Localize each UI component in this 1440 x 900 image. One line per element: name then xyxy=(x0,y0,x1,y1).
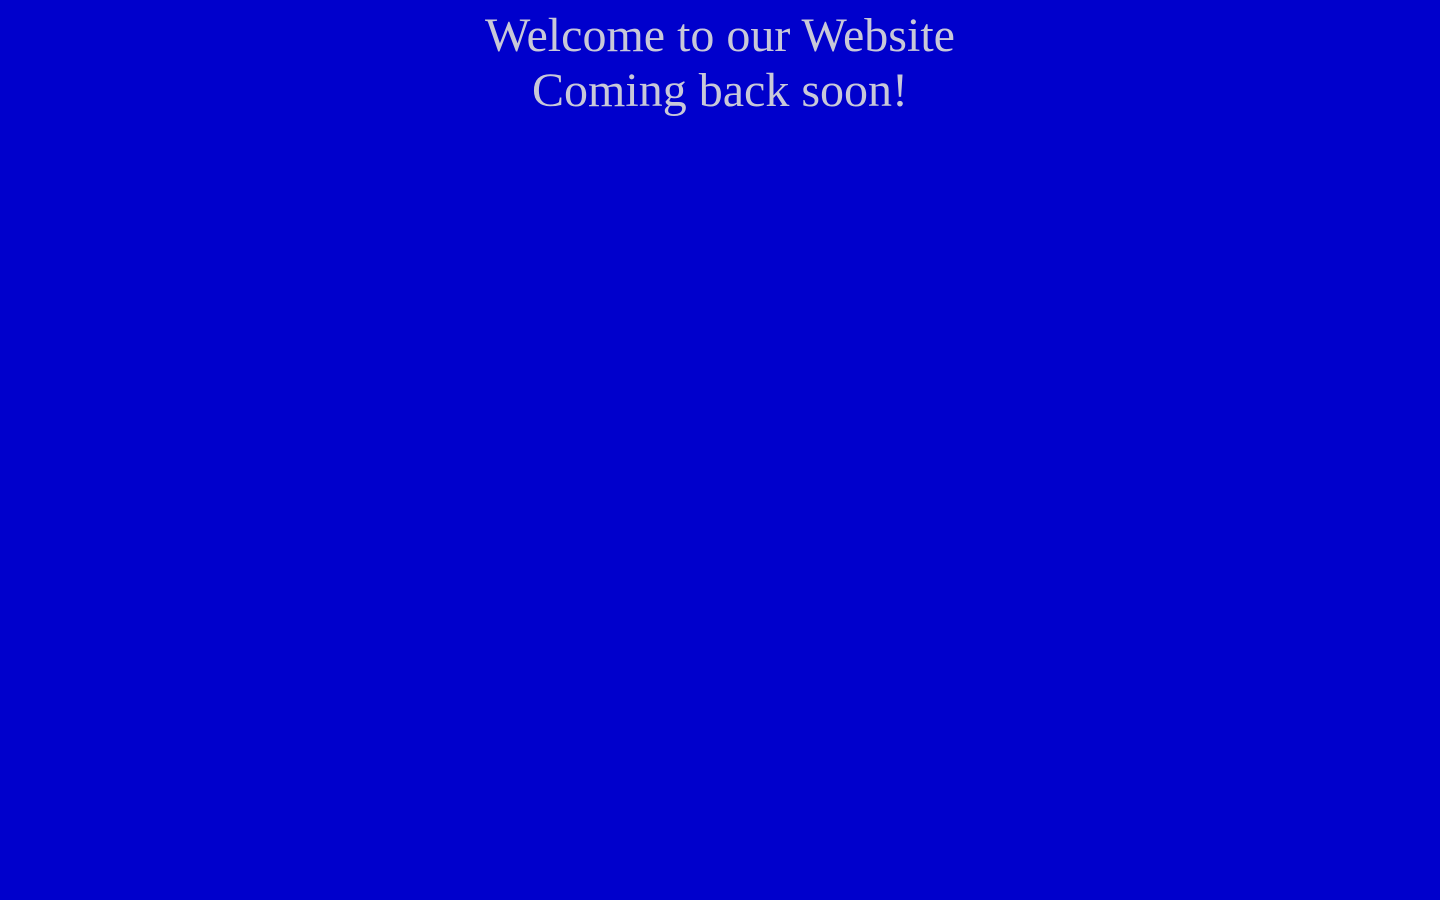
page-background: Welcome to our Website Coming back soon! xyxy=(0,0,1440,900)
coming-back-soon-text: Coming back soon! xyxy=(532,64,908,117)
welcome-heading: Welcome to our Website xyxy=(485,9,955,62)
maintenance-message: Welcome to our Website Coming back soon! xyxy=(0,8,1440,118)
